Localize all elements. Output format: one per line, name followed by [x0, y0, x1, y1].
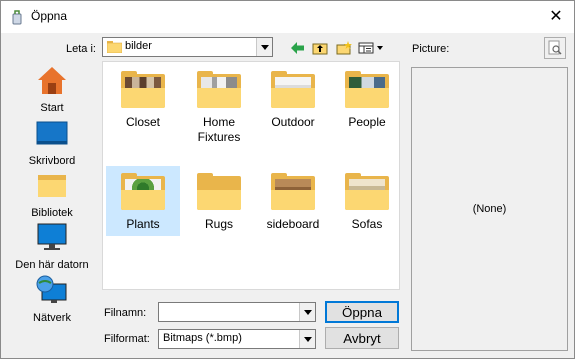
library-icon — [38, 175, 66, 197]
close-button[interactable]: ✕ — [538, 1, 574, 33]
filetype-dropdown[interactable]: Bitmaps (*.bmp) — [158, 329, 316, 349]
folder-icon — [271, 71, 315, 108]
folder-name: Plants — [126, 217, 160, 231]
view-menu-button[interactable] — [357, 39, 385, 57]
folder-item[interactable]: Sofas — [330, 166, 404, 236]
folder-name: Sofas — [351, 217, 383, 231]
place-label: Start — [40, 102, 64, 114]
folder-icon — [107, 41, 122, 53]
chevron-down-icon[interactable] — [256, 38, 272, 56]
preview-zoom-button[interactable] — [544, 37, 566, 59]
folder-icon — [345, 173, 389, 210]
back-icon — [291, 42, 304, 54]
place-network[interactable]: Nätverk — [11, 274, 93, 324]
folder-icon — [121, 173, 165, 210]
folder-icon — [271, 173, 315, 210]
place-label: Skrivbord — [28, 155, 76, 167]
folder-icon — [121, 71, 165, 108]
computer-icon — [37, 223, 67, 250]
view-menu-icon — [358, 42, 383, 54]
folder-name: Home Fixtures — [197, 115, 241, 144]
place-start[interactable]: Start — [11, 64, 93, 114]
chevron-down-icon[interactable] — [299, 330, 315, 348]
preview-empty-text: (None) — [472, 203, 507, 215]
folder-name: Closet — [125, 115, 160, 129]
folder-name: People — [348, 115, 386, 129]
new-folder-icon — [336, 41, 352, 55]
folder-name: Rugs — [204, 217, 233, 231]
network-icon — [36, 275, 67, 303]
up-folder-icon — [312, 43, 328, 55]
preview-pane: (None) — [411, 67, 568, 351]
look-in-dropdown[interactable]: bilder — [102, 37, 273, 57]
new-folder-button[interactable] — [334, 39, 354, 57]
folder-item[interactable]: Closet — [106, 64, 180, 159]
folder-icon — [197, 71, 241, 108]
place-this-pc[interactable]: Den här datorn — [11, 221, 93, 271]
open-button[interactable]: Öppna — [325, 301, 399, 323]
back-button[interactable] — [288, 39, 308, 57]
preview-label: Picture: — [412, 43, 450, 55]
folder-item[interactable]: Outdoor — [256, 64, 330, 159]
open-dialog: Öppna ✕ Leta i: bilder Start Skrivbord B… — [0, 0, 575, 359]
look-in-value: bilder — [125, 40, 152, 52]
folder-item[interactable]: Rugs — [182, 166, 256, 236]
file-list[interactable]: Closet Home Fixtures Outdoor People Plan… — [102, 61, 400, 290]
filename-input[interactable] — [158, 302, 316, 322]
place-label: Bibliotek — [31, 207, 73, 219]
cancel-button[interactable]: Avbryt — [325, 327, 399, 349]
folder-item[interactable]: People — [330, 64, 404, 159]
folder-name: Outdoor — [271, 115, 315, 129]
folder-item[interactable]: Home Fixtures — [182, 64, 256, 159]
look-in-label: Leta i: — [66, 43, 96, 55]
app-icon — [12, 10, 22, 25]
close-icon: ✕ — [549, 8, 563, 25]
filetype-value: Bitmaps (*.bmp) — [163, 332, 242, 344]
place-label: Den här datorn — [15, 259, 89, 271]
up-folder-button[interactable] — [310, 39, 330, 57]
folder-name: sideboard — [266, 217, 320, 231]
folder-item-selected[interactable]: Plants — [106, 166, 180, 236]
desktop-icon — [36, 121, 68, 145]
start-icon — [38, 67, 66, 94]
title-bar[interactable]: Öppna ✕ — [1, 1, 574, 33]
places-bar: Start Skrivbord Bibliotek Den här datorn — [11, 61, 93, 326]
place-library[interactable]: Bibliotek — [11, 169, 93, 219]
dialog-title: Öppna — [31, 9, 68, 23]
place-label: Nätverk — [33, 312, 71, 324]
folder-icon — [197, 173, 241, 210]
filename-label: Filnamn: — [104, 307, 147, 319]
place-desktop[interactable]: Skrivbord — [11, 117, 93, 167]
chevron-down-icon[interactable] — [299, 303, 315, 321]
folder-item[interactable]: sideboard — [256, 166, 330, 236]
magnifier-icon — [548, 40, 562, 55]
filetype-label: Filformat: — [104, 333, 150, 345]
folder-icon — [345, 71, 389, 108]
